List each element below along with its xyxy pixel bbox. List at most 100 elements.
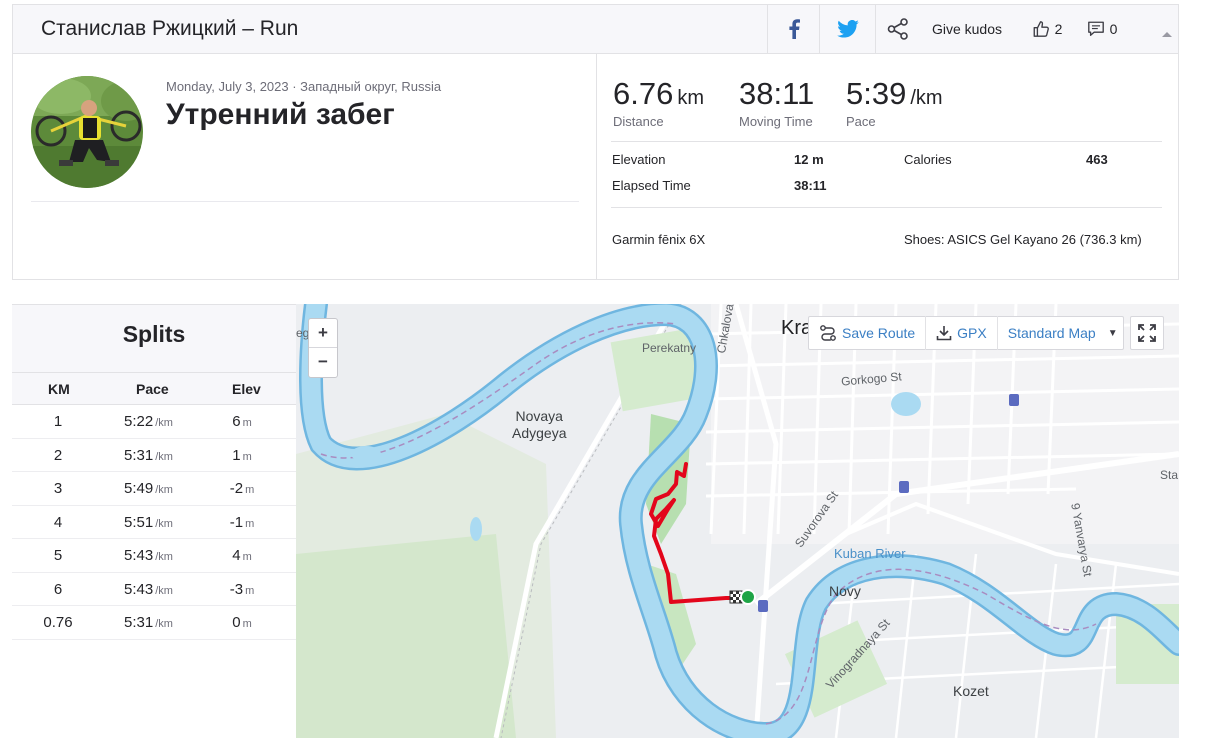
download-icon xyxy=(936,326,952,341)
map-label-kuban-river: Kuban River xyxy=(834,546,906,561)
split-elev-unit: m xyxy=(242,618,252,630)
split-km: 4 xyxy=(53,513,63,531)
split-pace: 5:31/km xyxy=(124,447,173,464)
split-elev: -1 m xyxy=(202,514,282,531)
split-pace-value: 5:43 xyxy=(124,547,154,564)
split-elev: -3 m xyxy=(202,581,282,598)
divider xyxy=(611,207,1162,208)
share-icon xyxy=(887,18,908,40)
share-button[interactable] xyxy=(875,5,919,53)
pace-value: 5:39 xyxy=(846,76,907,111)
kudos-count-button[interactable]: 2 xyxy=(1023,5,1071,53)
split-elev-unit: m xyxy=(242,450,252,463)
split-km: 1 xyxy=(53,413,63,430)
table-row[interactable]: 1 5:22/km 6 m xyxy=(12,405,296,439)
fullscreen-button[interactable] xyxy=(1130,316,1164,350)
gpx-download-button[interactable]: GPX xyxy=(926,316,998,350)
avatar[interactable] xyxy=(31,76,143,188)
twitter-share-button[interactable] xyxy=(819,5,875,53)
split-elev-unit: m xyxy=(242,417,252,429)
table-row[interactable]: 0.76 5:31/km 0 m xyxy=(12,606,296,640)
map-toolbar: Save Route GPX Standard Map ▼ xyxy=(808,316,1124,350)
fullscreen-icon xyxy=(1138,324,1156,342)
split-pace-unit: /km xyxy=(155,551,173,563)
calories-label: Calories xyxy=(904,152,952,167)
split-pace-unit: /km xyxy=(155,417,173,429)
give-kudos-label: Give kudos xyxy=(931,21,1003,37)
table-row[interactable]: 4 5:51/km -1 m xyxy=(12,506,296,539)
split-elev-value: -3 xyxy=(229,580,244,598)
split-pace: 5:51/km xyxy=(124,514,173,531)
stat-moving-time: 38:11 Moving Time xyxy=(739,76,814,129)
moving-time-value: 38:11 xyxy=(739,76,815,111)
device-name: Garmin fēnix 6X xyxy=(612,232,706,247)
map-type-select[interactable]: Standard Map ▼ xyxy=(998,316,1128,350)
shoes-info[interactable]: Shoes: ASICS Gel Kayano 26 (736.3 km) xyxy=(904,232,1142,247)
activity-header: Станислав Ржицкий – Run Give kudos 2 0 xyxy=(12,4,1179,54)
distance-unit: km xyxy=(677,87,705,109)
activity-info: Monday, July 3, 2023 · Западный округ, R… xyxy=(13,54,597,279)
facebook-share-button[interactable] xyxy=(767,5,819,53)
activity-date-location: Monday, July 3, 2023 · Западный округ, R… xyxy=(166,79,442,94)
split-pace-value: 5:31 xyxy=(124,446,154,464)
thumbs-up-icon xyxy=(1033,21,1049,37)
split-pace: 5:43/km xyxy=(124,547,173,564)
route-map[interactable]: ego Perekatny Chkalova Kra Gorkogo St No… xyxy=(296,304,1179,738)
split-pace-unit: /km xyxy=(155,517,173,530)
facebook-icon xyxy=(788,19,800,39)
zoom-out-button[interactable]: − xyxy=(309,348,337,377)
split-pace-value: 5:49 xyxy=(124,480,154,497)
split-pace-value: 5:43 xyxy=(124,580,154,598)
zoom-in-button[interactable]: + xyxy=(309,319,337,348)
split-elev-value: 6 xyxy=(232,413,241,430)
save-route-button[interactable]: Save Route xyxy=(809,316,927,350)
split-pace: 5:31/km xyxy=(124,614,173,631)
elapsed-time-label: Elapsed Time xyxy=(612,178,691,193)
split-pace-unit: /km xyxy=(155,618,173,630)
zoom-controls: + − xyxy=(308,318,338,378)
give-kudos-button[interactable]: Give kudos xyxy=(919,5,1015,53)
comments-count-button[interactable]: 0 xyxy=(1077,5,1127,53)
split-elev-unit: m xyxy=(242,551,252,563)
header-title: Станислав Ржицкий – Run xyxy=(41,17,299,40)
split-pace-unit: /km xyxy=(155,484,173,496)
split-pace: 5:22/km xyxy=(124,413,173,430)
chevron-down-icon: ▼ xyxy=(1107,327,1118,339)
split-km: 2 xyxy=(53,446,63,464)
split-pace-unit: /km xyxy=(155,584,173,597)
split-elev-value: 0 xyxy=(232,614,241,631)
map-type-label: Standard Map xyxy=(1007,325,1096,341)
table-row[interactable]: 2 5:31/km 1 m xyxy=(12,439,296,472)
splits-header: Splits xyxy=(12,305,296,373)
collapse-icon xyxy=(1162,32,1172,37)
map-canvas xyxy=(296,304,1179,738)
split-km: 5 xyxy=(53,547,63,564)
split-elev-value: 4 xyxy=(232,547,241,564)
split-elev: 6m xyxy=(202,413,282,430)
route-icon xyxy=(820,325,836,341)
split-elev: -2 m xyxy=(202,480,282,497)
map-label-novaya-adygeya: Novaya Adygeya xyxy=(512,408,567,441)
split-elev-value: -1 xyxy=(229,513,244,531)
split-pace-value: 5:51 xyxy=(124,513,154,531)
distance-value: 6.76 xyxy=(613,76,674,111)
activity-title[interactable]: Утренний забег xyxy=(166,98,395,132)
split-km: 0.76 xyxy=(43,614,73,631)
twitter-icon xyxy=(836,20,859,38)
divider xyxy=(31,201,579,202)
split-elev-unit: m xyxy=(245,584,255,597)
col-pace: Pace xyxy=(136,381,169,397)
map-label-perekatny: Perekatny xyxy=(642,341,697,355)
collapse-button[interactable] xyxy=(1149,17,1185,51)
split-elev-unit: m xyxy=(245,484,255,496)
table-row[interactable]: 5 5:43/km 4 m xyxy=(12,539,296,573)
split-pace-value: 5:31 xyxy=(124,614,154,631)
split-pace-value: 5:22 xyxy=(124,413,154,430)
split-km: 6 xyxy=(53,580,63,598)
map-label-sta: Sta xyxy=(1160,468,1179,482)
table-row[interactable]: 6 5:43/km -3 m xyxy=(12,573,296,606)
split-elev: 4m xyxy=(202,547,282,564)
splits-panel: Splits KM Pace Elev 1 5:22/km 6 m 2 5:31/km 1 m… xyxy=(12,304,296,738)
table-row[interactable]: 3 5:49/km -2 m xyxy=(12,472,296,506)
split-elev: 1m xyxy=(202,447,282,464)
